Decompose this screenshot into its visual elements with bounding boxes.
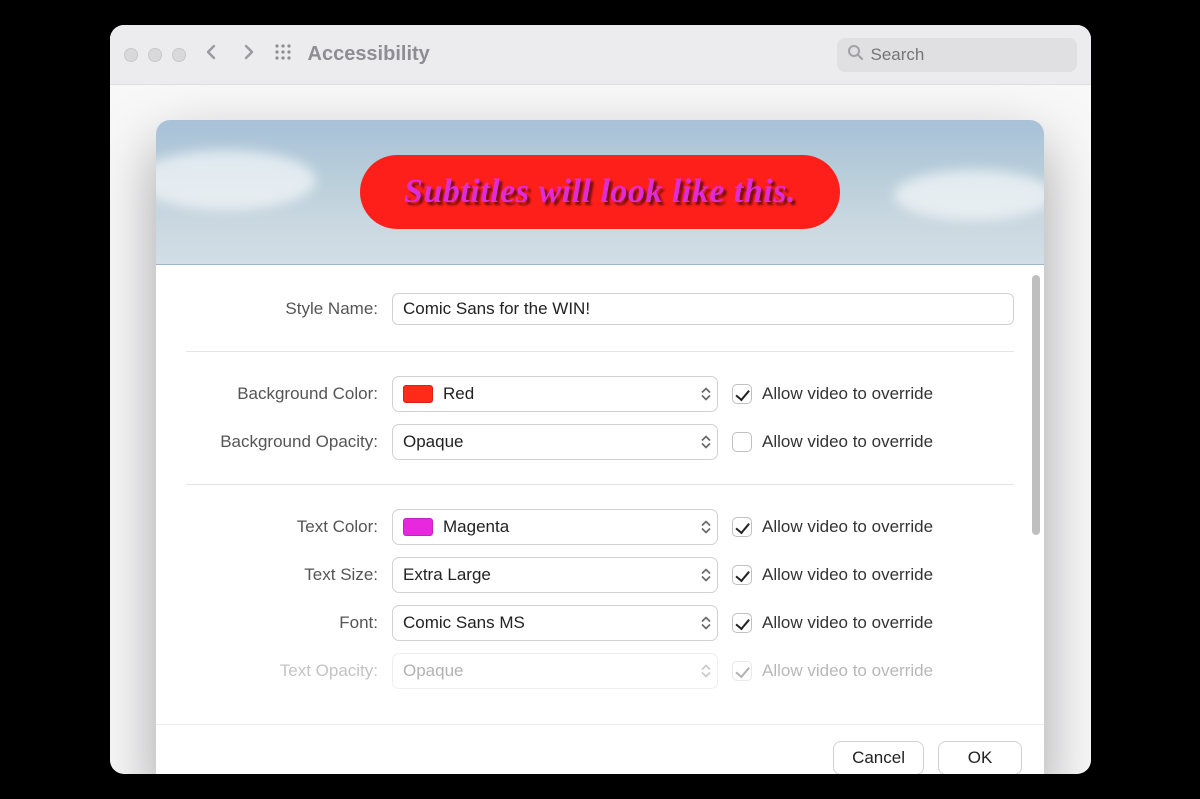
style-name-label: Style Name: xyxy=(186,299,378,319)
text-size-label: Text Size: xyxy=(186,565,378,585)
titlebar: Accessibility xyxy=(110,25,1091,85)
vertical-scrollbar[interactable] xyxy=(1032,275,1040,535)
page-title: Accessibility xyxy=(308,43,430,66)
text-color-select[interactable]: Magenta xyxy=(392,509,718,545)
font-value: Comic Sans MS xyxy=(403,613,525,633)
zoom-icon[interactable] xyxy=(172,48,186,62)
search-input[interactable] xyxy=(871,45,1091,65)
text-color-label: Text Color: xyxy=(186,517,378,537)
override-label: Allow video to override xyxy=(762,613,933,633)
background-opacity-label: Background Opacity: xyxy=(186,432,378,452)
text-size-value: Extra Large xyxy=(403,565,491,585)
background-opacity-value: Opaque xyxy=(403,432,464,452)
font-label: Font: xyxy=(186,613,378,633)
caption-style-sheet: Subtitles will look like this. Style Nam… xyxy=(156,120,1044,774)
background-color-override-checkbox[interactable] xyxy=(732,384,752,404)
chevron-updown-icon xyxy=(701,388,711,401)
text-color-override-checkbox[interactable] xyxy=(732,517,752,537)
text-size-select[interactable]: Extra Large xyxy=(392,557,718,593)
override-label: Allow video to override xyxy=(762,565,933,585)
style-name-input[interactable] xyxy=(392,293,1014,325)
chevron-updown-icon xyxy=(701,521,711,534)
close-icon[interactable] xyxy=(124,48,138,62)
text-opacity-override-checkbox[interactable] xyxy=(732,661,752,681)
form-scroll-area[interactable]: Style Name: Background Color: Red xyxy=(156,265,1044,724)
font-override-checkbox[interactable] xyxy=(732,613,752,633)
background-color-value: Red xyxy=(443,384,474,404)
text-opacity-select[interactable]: Opaque xyxy=(392,653,718,689)
subtitle-preview: Subtitles will look like this. xyxy=(156,120,1044,265)
search-icon xyxy=(847,44,863,65)
sheet-footer: Cancel OK xyxy=(156,724,1044,774)
text-color-value: Magenta xyxy=(443,517,509,537)
show-all-icon[interactable] xyxy=(274,43,292,66)
swatch-red-icon xyxy=(403,385,433,403)
traffic-lights[interactable] xyxy=(124,48,186,62)
override-label: Allow video to override xyxy=(762,661,933,681)
background-opacity-override-checkbox[interactable] xyxy=(732,432,752,452)
chevron-updown-icon xyxy=(701,617,711,630)
swatch-magenta-icon xyxy=(403,518,433,536)
forward-button[interactable] xyxy=(240,44,256,65)
background-color-select[interactable]: Red xyxy=(392,376,718,412)
text-size-override-checkbox[interactable] xyxy=(732,565,752,585)
search-field[interactable] xyxy=(837,38,1077,72)
chevron-updown-icon xyxy=(701,436,711,449)
override-label: Allow video to override xyxy=(762,384,933,404)
ok-button[interactable]: OK xyxy=(938,741,1022,775)
font-select[interactable]: Comic Sans MS xyxy=(392,605,718,641)
override-label: Allow video to override xyxy=(762,517,933,537)
text-opacity-label: Text Opacity: xyxy=(186,661,378,681)
background-opacity-select[interactable]: Opaque xyxy=(392,424,718,460)
cancel-button[interactable]: Cancel xyxy=(833,741,924,775)
chevron-updown-icon xyxy=(701,569,711,582)
chevron-updown-icon xyxy=(701,665,711,678)
background-color-label: Background Color: xyxy=(186,384,378,404)
subtitle-preview-text: Subtitles will look like this. xyxy=(360,155,840,229)
text-opacity-value: Opaque xyxy=(403,661,464,681)
divider xyxy=(186,351,1014,352)
divider xyxy=(186,484,1014,485)
minimize-icon[interactable] xyxy=(148,48,162,62)
preferences-window: Accessibility Subtitles will look like t… xyxy=(110,25,1091,774)
override-label: Allow video to override xyxy=(762,432,933,452)
back-button[interactable] xyxy=(204,44,220,65)
nav-arrows xyxy=(204,44,256,65)
